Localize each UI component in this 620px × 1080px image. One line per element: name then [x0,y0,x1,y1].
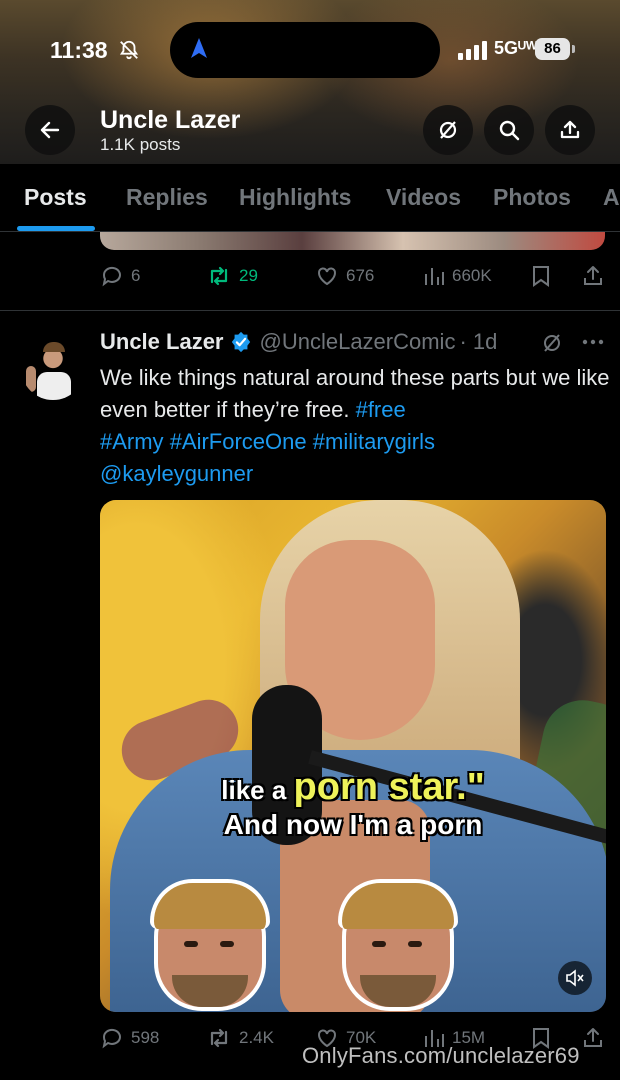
hashtag-army[interactable]: #Army [100,429,164,454]
heart-icon [318,267,336,286]
battery-tip [572,45,575,53]
reply-icon [102,1028,121,1049]
post-text: We like things natural around these part… [100,362,610,490]
profile-header: Uncle Lazer 1.1K posts [0,96,620,164]
views-count: 660K [452,266,492,285]
post-share-button[interactable] [582,264,604,288]
repost-icon [210,1028,228,1048]
reply-button[interactable]: 6 [100,264,140,288]
tab-videos[interactable]: Videos [386,184,461,211]
bell-slash-icon [119,40,139,60]
search-icon [499,120,520,141]
repost-button[interactable]: 29 [206,264,258,288]
status-bar: 11:38 5Gᵁᵂ 86 [0,20,620,80]
hashtag-militarygirls[interactable]: #militarygirls [313,429,435,454]
share-icon [584,1028,602,1047]
back-button[interactable] [25,105,75,155]
tab-photos[interactable]: Photos [493,184,571,211]
profile-name: Uncle Lazer [100,106,241,134]
reply-count: 598 [131,1028,160,1047]
more-options-icon[interactable] [582,337,604,347]
status-time: 11:38 [50,37,108,63]
network-type: 5Gᵁᵂ [494,38,538,58]
tab-articles[interactable]: A [603,184,620,211]
repost-button[interactable]: 2.4K [206,1026,274,1050]
views-button[interactable]: 660K [423,264,492,288]
like-button[interactable]: 676 [315,264,374,288]
share-button[interactable] [545,105,595,155]
share-icon [560,120,580,139]
volume-button[interactable] [558,961,592,995]
tab-replies[interactable]: Replies [126,184,208,211]
post-count: 1.1K posts [100,135,181,154]
mute-icon [439,121,457,139]
reply-icon [102,266,121,287]
tab-posts[interactable]: Posts [24,184,87,211]
active-tab-indicator [17,226,95,231]
battery-level: 86 [535,38,570,60]
post-author-handle[interactable]: @UncleLazerComic [260,329,456,355]
like-count: 676 [346,266,375,285]
mute-icon[interactable] [540,331,564,355]
watermark: OnlyFans.com/unclelazer69 [302,1043,580,1068]
profile-tabs: Posts Replies Highlights Videos Photos A [0,164,620,232]
reply-count: 6 [131,266,141,285]
hashtag-free[interactable]: #free [356,397,406,422]
verified-badge-icon [231,331,250,353]
repost-count: 29 [239,266,258,285]
previous-post-actions: 6 29 676 660K [100,264,610,292]
views-icon [425,268,444,285]
video-caption-line-1: like a porn star." [221,766,485,808]
signal-icon [458,41,487,60]
hashtag-airforceone[interactable]: #AirForceOne [170,429,307,454]
post-header: Uncle Lazer @UncleLazerComic · 1d [100,328,497,356]
bookmark-button[interactable] [530,264,552,288]
location-arrow-icon [191,38,207,58]
reply-button[interactable]: 598 [100,1026,159,1050]
repost-count: 2.4K [239,1028,274,1047]
repost-icon [210,266,228,286]
previous-post-media[interactable] [100,232,605,250]
face-sticker-right [328,875,468,1012]
post-video[interactable]: like a porn star." And now I'm a porn [100,500,606,1012]
share-icon [584,266,602,285]
face-sticker-left [140,875,280,1012]
post-divider [0,310,620,311]
search-button[interactable] [484,105,534,155]
mute-button[interactable] [423,105,473,155]
avatar[interactable] [21,336,85,400]
tab-highlights[interactable]: Highlights [239,184,351,211]
bookmark-icon [533,266,549,287]
volume-muted-icon [566,969,584,987]
mention-link[interactable]: @kayleygunner [100,461,253,486]
post-author-name[interactable]: Uncle Lazer [100,329,224,355]
post-share-button[interactable] [582,1026,604,1050]
back-arrow-icon [40,121,60,139]
video-caption-line-2: And now I'm a porn [223,809,483,840]
post-timestamp[interactable]: · 1d [459,329,497,355]
